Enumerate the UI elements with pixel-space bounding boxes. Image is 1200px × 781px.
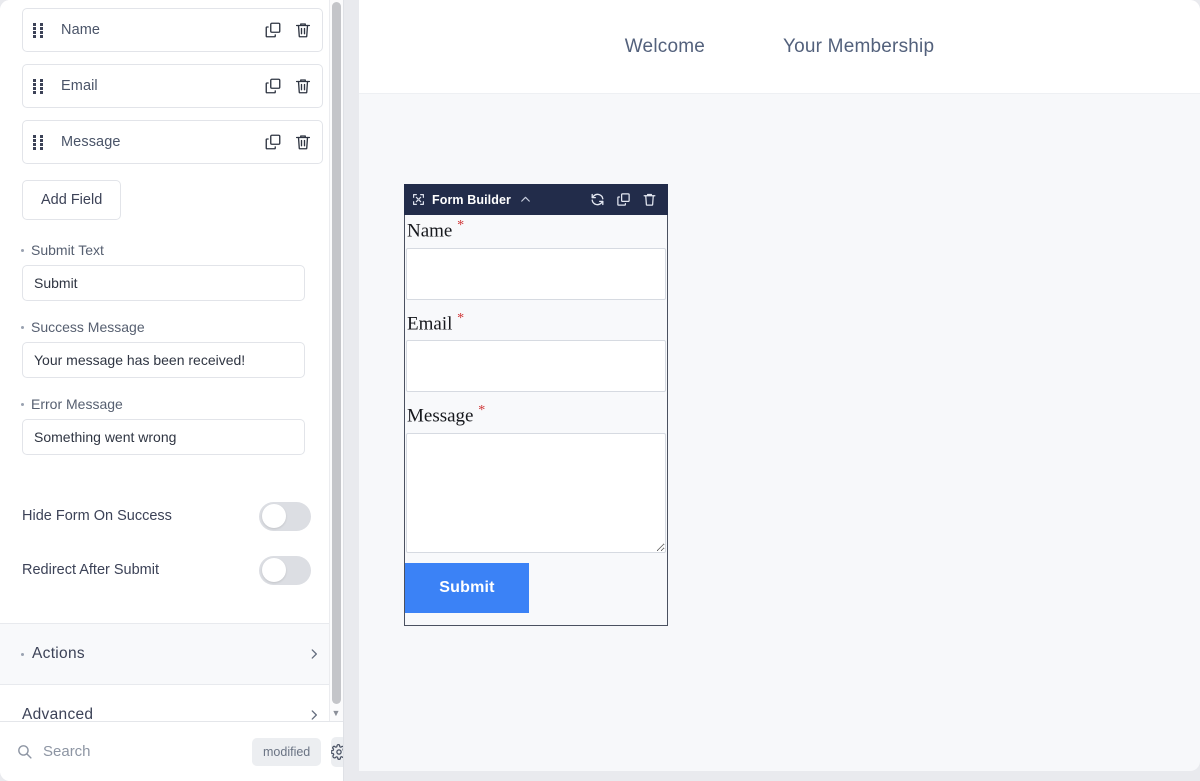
widget-title: Form Builder [432, 192, 511, 207]
setting-submit-text: Submit Text [21, 242, 323, 301]
nav-link-welcome[interactable]: Welcome [625, 36, 705, 58]
toggle-row-hide-form-on-success[interactable]: Hide Form On Success [22, 489, 323, 543]
chevron-right-icon [307, 708, 321, 721]
nav-link-your-membership[interactable]: Your Membership [783, 36, 934, 58]
add-field-container: Add Field [0, 176, 343, 220]
chevron-right-icon [307, 647, 321, 661]
required-asterisk: * [457, 218, 465, 233]
trash-icon[interactable] [642, 192, 657, 207]
submit-container: Submit [405, 562, 667, 625]
form-field-name: Name * [405, 215, 667, 300]
sidebar-scroll-area: Name Email Message Add Field Submit Text… [0, 0, 343, 721]
form-preview: Name * Email * Message * Submit [404, 215, 668, 626]
toggle-knob [262, 504, 286, 528]
trash-icon[interactable] [294, 77, 312, 95]
site-header: Welcome Your Membership [359, 0, 1200, 94]
dot-icon [21, 402, 24, 406]
trash-icon[interactable] [294, 21, 312, 39]
field-label: Message [61, 134, 121, 150]
submit-button[interactable]: Submit [405, 562, 529, 613]
setting-success-message: Success Message [21, 319, 323, 378]
hide-form-on-success-toggle[interactable] [259, 501, 311, 531]
setting-label: Success Message [31, 319, 145, 335]
preview-canvas: Welcome Your Membership Form Builder Nam… [359, 0, 1200, 771]
required-asterisk: * [478, 403, 486, 419]
setting-error-message: Error Message [21, 396, 323, 455]
duplicate-icon[interactable] [616, 192, 631, 207]
name-input[interactable] [406, 247, 666, 300]
drag-handle-icon[interactable] [33, 133, 49, 151]
form-field-label: Email * [405, 310, 667, 341]
setting-label: Error Message [31, 396, 123, 412]
error-message-input[interactable] [22, 419, 305, 455]
success-message-input[interactable] [22, 342, 305, 378]
email-input[interactable] [406, 340, 666, 393]
search-icon [16, 743, 33, 760]
submit-text-input[interactable] [22, 265, 305, 301]
setting-label-row: Submit Text [21, 242, 323, 258]
drag-handle-icon[interactable] [33, 77, 49, 95]
gear-icon[interactable] [331, 736, 343, 767]
sidebar-scrollbar[interactable]: ▼ [329, 0, 343, 721]
toggle-settings: Hide Form On Success Redirect After Subm… [0, 479, 343, 623]
required-asterisk: * [457, 310, 465, 326]
field-row[interactable]: Email [22, 64, 323, 108]
scrollbar-thumb[interactable] [332, 2, 341, 704]
label-text: Message [407, 405, 474, 427]
toggle-row-redirect-after-submit[interactable]: Redirect After Submit [22, 543, 323, 597]
field-row-actions [264, 133, 312, 151]
section-label: Advanced [22, 706, 94, 721]
search-input[interactable] [43, 743, 242, 760]
toggle-label: Redirect After Submit [22, 562, 159, 578]
trash-icon[interactable] [294, 133, 312, 151]
duplicate-icon[interactable] [264, 133, 282, 151]
widget-toolbar-actions [590, 192, 659, 207]
settings-sidebar: Name Email Message Add Field Submit Text… [0, 0, 344, 781]
section-title-row: Actions [21, 645, 307, 663]
setting-label-row: Error Message [21, 396, 323, 412]
dot-icon [21, 325, 24, 329]
section-label: Actions [32, 645, 85, 662]
move-icon[interactable] [412, 193, 425, 206]
sidebar-search-bar: modified [0, 721, 343, 781]
form-builder-widget-toolbar[interactable]: Form Builder [404, 184, 668, 215]
toggle-knob [262, 558, 286, 582]
section-title-row: Advanced [22, 706, 307, 721]
form-settings: Submit Text Success Message Error Messag… [0, 220, 343, 479]
field-label: Email [61, 78, 98, 94]
field-row-actions [264, 21, 312, 39]
scroll-down-arrow-icon[interactable]: ▼ [330, 706, 342, 720]
field-row[interactable]: Name [22, 8, 323, 52]
app-root: Name Email Message Add Field Submit Text… [0, 0, 1200, 781]
setting-label-row: Success Message [21, 319, 323, 335]
dot-icon [21, 652, 24, 656]
sidebar-section-actions[interactable]: Actions [0, 623, 343, 684]
label-text: Email [407, 312, 453, 334]
refresh-icon[interactable] [590, 192, 605, 207]
duplicate-icon[interactable] [264, 77, 282, 95]
setting-label: Submit Text [31, 242, 104, 258]
form-field-email: Email * [405, 308, 667, 393]
field-label: Name [61, 22, 101, 38]
message-textarea[interactable] [406, 432, 666, 553]
modified-filter-chip[interactable]: modified [252, 737, 322, 766]
redirect-after-submit-toggle[interactable] [259, 555, 311, 585]
chevron-up-icon[interactable] [519, 193, 532, 206]
drag-handle-icon[interactable] [33, 21, 49, 39]
duplicate-icon[interactable] [264, 21, 282, 39]
label-text: Name [407, 220, 453, 242]
field-row-actions [264, 77, 312, 95]
toggle-label: Hide Form On Success [22, 508, 172, 524]
sidebar-section-advanced[interactable]: Advanced [0, 684, 343, 721]
form-field-message: Message * [405, 400, 667, 553]
field-row[interactable]: Message [22, 120, 323, 164]
add-field-button[interactable]: Add Field [22, 180, 122, 220]
form-builder-widget: Form Builder Name * Email * Message * Su… [404, 184, 668, 626]
form-fields-list: Name Email Message [0, 0, 343, 164]
dot-icon [21, 248, 24, 252]
form-field-label: Message * [405, 404, 667, 433]
form-field-label: Name * [405, 219, 667, 248]
